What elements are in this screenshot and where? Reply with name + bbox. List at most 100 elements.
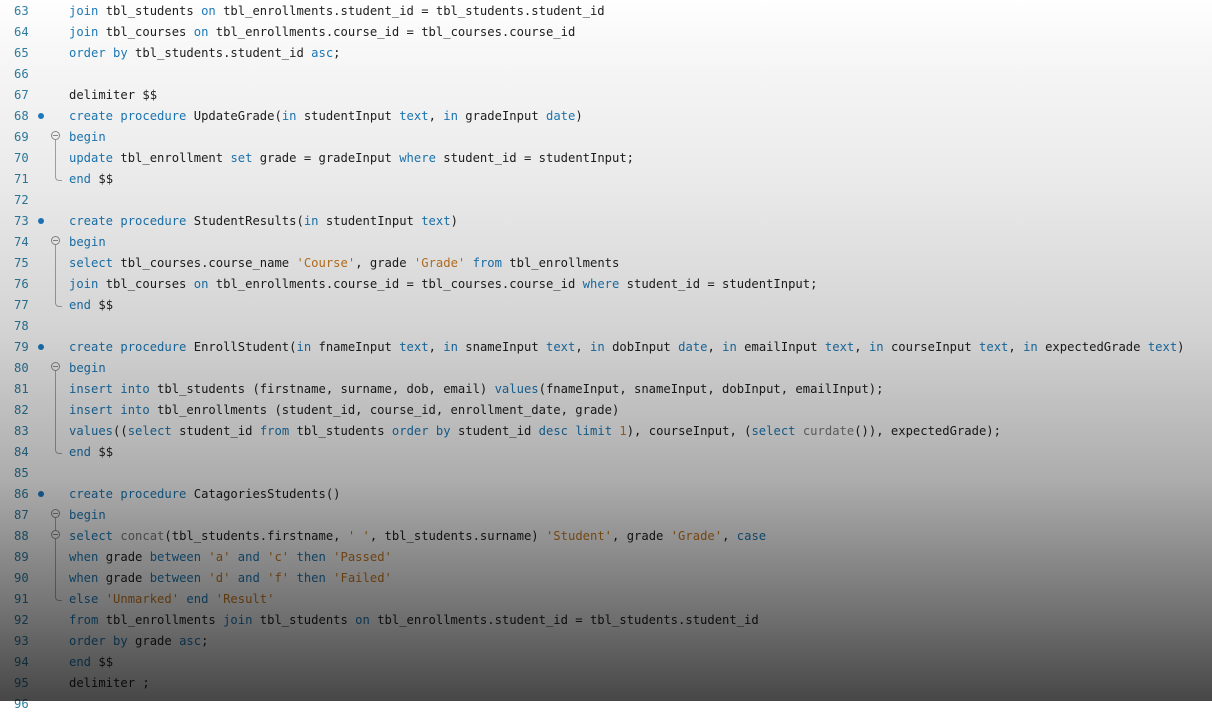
keyword-token: date (678, 340, 708, 354)
code-text: insert into tbl_students (firstname, sur… (69, 379, 884, 400)
line-number: 84 (14, 445, 29, 459)
keyword-token: when (69, 550, 106, 564)
code-line[interactable]: 78 (0, 316, 1212, 337)
keyword-token: on (355, 613, 378, 627)
code-line[interactable]: 93 order by grade asc; (0, 631, 1212, 652)
code-line[interactable]: 63 join tbl_students on tbl_enrollments.s… (0, 1, 1212, 22)
identifier-token: ()), expectedGrade); (854, 424, 1001, 438)
code-line[interactable]: 65 order by tbl_students.student_id asc; (0, 43, 1212, 64)
identifier-token: (tbl_students.firstname, (164, 529, 348, 543)
keyword-token: else (69, 592, 106, 606)
code-line[interactable]: 76 join tbl_courses on tbl_enrollments.co… (0, 274, 1212, 295)
identifier-token: tbl_enrollments (student_id, course_id, … (157, 403, 620, 417)
identifier-token: tbl_students.student_id (135, 46, 312, 60)
identifier-token: tbl_courses (105, 25, 194, 39)
line-number: 71 (14, 172, 29, 186)
fold-end-guide (55, 442, 62, 454)
fold-guide (55, 568, 56, 589)
keyword-token: where (399, 151, 444, 165)
line-number: 96 (14, 697, 29, 711)
identifier-token: UpdateGrade( (193, 109, 282, 123)
code-line[interactable]: 71 end $$ (0, 169, 1212, 190)
identifier-token: , (428, 340, 444, 354)
keyword-token: between (149, 550, 209, 564)
code-line[interactable]: 69 begin (0, 127, 1212, 148)
line-number: 68 (14, 109, 29, 123)
code-line[interactable]: 84 end $$ (0, 442, 1212, 463)
breakpoint-icon[interactable] (38, 491, 44, 497)
identifier-token: ) (1177, 340, 1185, 354)
code-line[interactable]: 75 select tbl_courses.course_name 'Course… (0, 253, 1212, 274)
fold-collapse-icon[interactable] (51, 131, 60, 140)
keyword-token: in (722, 340, 745, 354)
string-token: 'f' (267, 571, 290, 585)
keyword-token: text (824, 340, 855, 354)
identifier-token: , grade (355, 256, 414, 270)
identifier-token: , (575, 340, 591, 354)
code-line[interactable]: 94 end $$ (0, 652, 1212, 673)
keyword-token: insert into (69, 382, 158, 396)
identifier-token: StudentResults( (193, 214, 304, 228)
keyword-token: in (590, 340, 613, 354)
identifier-token: , (428, 109, 444, 123)
code-line[interactable]: 95 delimiter ; (0, 673, 1212, 694)
line-number: 75 (14, 256, 29, 270)
fold-collapse-icon[interactable] (51, 530, 60, 539)
code-line[interactable]: 67 delimiter $$ (0, 85, 1212, 106)
fold-guide (55, 140, 56, 148)
breakpoint-icon[interactable] (38, 218, 44, 224)
code-line[interactable]: 82 insert into tbl_enrollments (student_i… (0, 400, 1212, 421)
code-text: join tbl_courses on tbl_enrollments.cour… (69, 274, 817, 295)
identifier-token: CatagoriesStudents() (193, 487, 341, 501)
code-line[interactable]: 77 end $$ (0, 295, 1212, 316)
identifier-token: tbl_courses (105, 277, 194, 291)
keyword-token: select (127, 424, 180, 438)
code-line[interactable]: 72 (0, 190, 1212, 211)
keyword-token: text (546, 340, 576, 354)
fold-end-guide (55, 169, 62, 181)
code-editor[interactable]: 63 join tbl_students on tbl_enrollments.s… (0, 0, 1212, 711)
code-line[interactable]: 88 select concat(tbl_students.firstname, … (0, 526, 1212, 547)
code-line[interactable]: 70 update tbl_enrollment set grade = grad… (0, 148, 1212, 169)
breakpoint-icon[interactable] (38, 344, 44, 350)
code-line[interactable]: 90 when grade between 'd' and 'f' then 'F… (0, 568, 1212, 589)
breakpoint-icon[interactable] (38, 113, 44, 119)
code-line[interactable]: 85 (0, 463, 1212, 484)
code-line[interactable]: 83 values((select student_id from tbl_stu… (0, 421, 1212, 442)
string-token: 'a' (208, 550, 231, 564)
code-text: when grade between 'a' and 'c' then 'Pas… (69, 547, 392, 568)
identifier-token: tbl_students (259, 613, 356, 627)
fold-collapse-icon[interactable] (51, 509, 60, 518)
code-text: create procedure CatagoriesStudents() (69, 484, 341, 505)
code-line[interactable]: 66 (0, 64, 1212, 85)
code-line[interactable]: 64 join tbl_courses on tbl_enrollments.co… (0, 22, 1212, 43)
code-line[interactable]: 81 insert into tbl_students (firstname, s… (0, 379, 1212, 400)
code-line[interactable]: 80 begin (0, 358, 1212, 379)
code-line[interactable]: 73 create procedure StudentResults(in stu… (0, 211, 1212, 232)
code-line[interactable]: 87 begin (0, 505, 1212, 526)
identifier-token: ; (201, 634, 209, 648)
string-token: 'Unmarked' (105, 592, 180, 606)
line-number: 87 (14, 508, 29, 522)
keyword-token: create procedure (69, 214, 194, 228)
string-token: 'Course' (296, 256, 356, 270)
code-line[interactable]: 89 when grade between 'a' and 'c' then 'P… (0, 547, 1212, 568)
code-line[interactable]: 68 create procedure UpdateGrade(in studen… (0, 106, 1212, 127)
fold-collapse-icon[interactable] (51, 362, 60, 371)
keyword-token: values (69, 424, 114, 438)
code-text: end $$ (69, 652, 113, 673)
code-line[interactable]: 79 create procedure EnrollStudent(in fnam… (0, 337, 1212, 358)
code-line[interactable]: 96 (0, 694, 1212, 715)
code-line[interactable]: 86 create procedure CatagoriesStudents() (0, 484, 1212, 505)
code-line[interactable]: 74 begin (0, 232, 1212, 253)
fold-collapse-icon[interactable] (51, 236, 60, 245)
code-text: else 'Unmarked' end 'Result' (69, 589, 274, 610)
code-text: begin (69, 232, 106, 253)
identifier-token: tbl_enrollments.student_id = tbl_student… (223, 4, 605, 18)
code-text: delimiter ; (69, 673, 150, 694)
identifier-token: student_id (457, 424, 539, 438)
code-line[interactable]: 92 from tbl_enrollments join tbl_students… (0, 610, 1212, 631)
keyword-token: join (69, 277, 106, 291)
code-text: create procedure EnrollStudent(in fnameI… (69, 337, 1185, 358)
code-line[interactable]: 91 else 'Unmarked' end 'Result' (0, 589, 1212, 610)
